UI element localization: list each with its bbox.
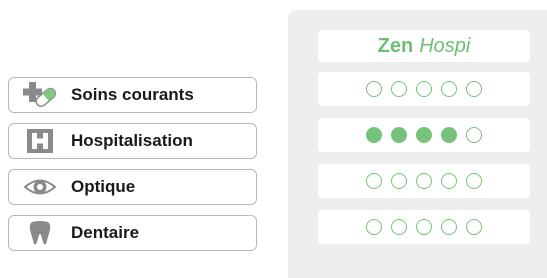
rating-dot-empty [466, 173, 482, 189]
rating-dot-filled [441, 127, 457, 143]
rating-optique [318, 164, 530, 198]
category-label: Dentaire [71, 223, 140, 242]
tooth-icon [23, 220, 57, 246]
rating-dot-empty [416, 219, 432, 235]
eye-icon [23, 174, 57, 200]
rating-dot-empty [441, 81, 457, 97]
rating-dot-filled [391, 127, 407, 143]
category-hospitalisation[interactable]: Hospitalisation [8, 123, 257, 159]
rating-dot-filled [416, 127, 432, 143]
rating-dot-empty [391, 173, 407, 189]
rating-dot-empty [441, 219, 457, 235]
coverage-categories: Soins courants Hospitalisation Optique D… [8, 77, 257, 261]
rating-dot-empty [466, 127, 482, 143]
pill-cross-icon [23, 82, 57, 108]
rating-dot-empty [391, 81, 407, 97]
rating-hospitalisation [318, 118, 530, 152]
category-optique[interactable]: Optique [8, 169, 257, 205]
plan-column: Zen Hospi [288, 10, 547, 278]
rating-dot-empty [366, 173, 382, 189]
category-label: Soins courants [71, 85, 194, 104]
rating-dot-empty [416, 173, 432, 189]
hospital-h-icon [23, 128, 57, 154]
plan-name-italic: Hospi [419, 34, 471, 57]
plan-name-bold: Zen [377, 34, 414, 57]
category-dentaire[interactable]: Dentaire [8, 215, 257, 251]
plan-title: Zen Hospi [318, 30, 530, 62]
category-soins-courants[interactable]: Soins courants [8, 77, 257, 113]
rating-dentaire [318, 210, 530, 244]
rating-dot-filled [366, 127, 382, 143]
rating-dot-empty [416, 81, 432, 97]
rating-dot-empty [366, 81, 382, 97]
rating-dot-empty [366, 219, 382, 235]
rating-dot-empty [391, 219, 407, 235]
rating-soins-courants [318, 72, 530, 106]
category-label: Optique [71, 177, 136, 196]
rating-dot-empty [466, 219, 482, 235]
rating-dot-empty [466, 81, 482, 97]
category-label: Hospitalisation [71, 131, 193, 150]
rating-dot-empty [441, 173, 457, 189]
